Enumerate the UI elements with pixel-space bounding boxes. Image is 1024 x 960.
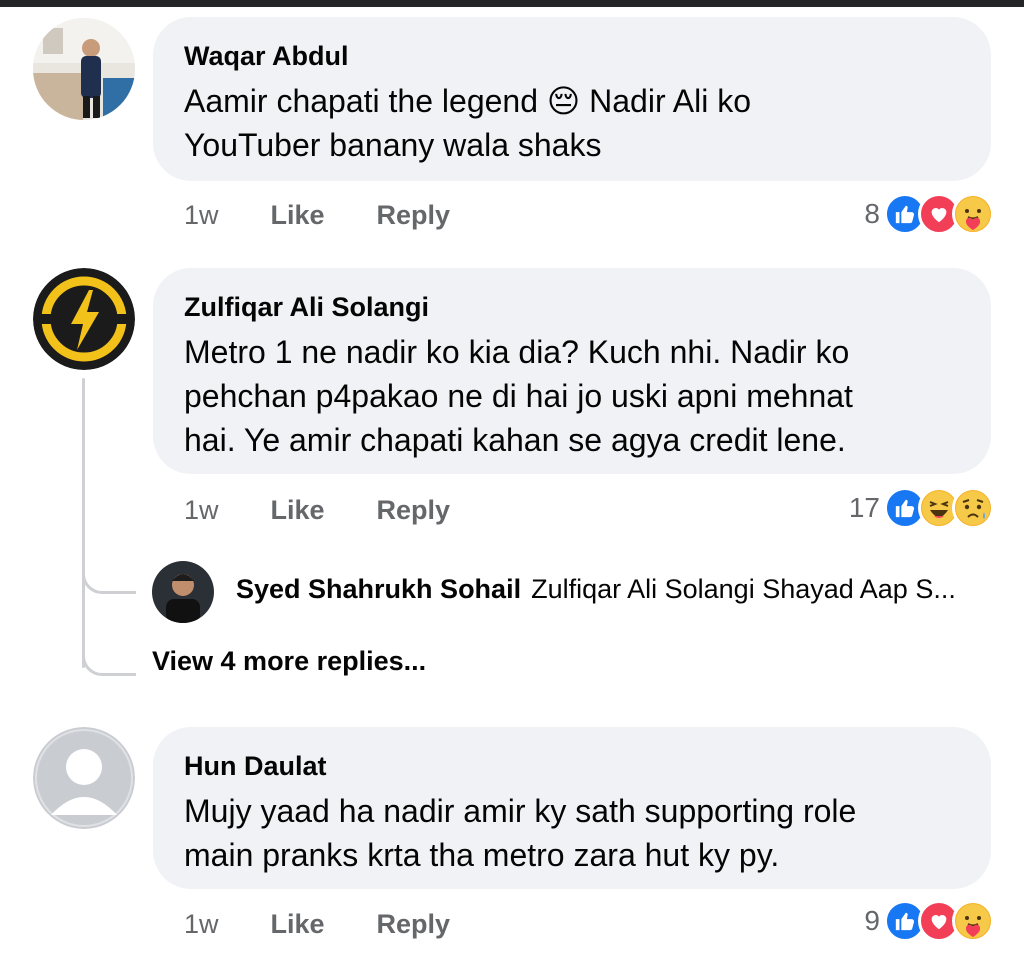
avatar[interactable] xyxy=(33,727,135,829)
comment-text-line: Mujy yaad ha nadir amir ky sath supporti… xyxy=(184,793,857,829)
comment-author[interactable]: Zulfiqar Ali Solangi xyxy=(184,290,960,324)
like-button[interactable]: Like xyxy=(271,200,325,231)
timestamp[interactable]: 1w xyxy=(184,200,219,231)
reaction-count: 8 xyxy=(864,198,880,229)
like-button[interactable]: Like xyxy=(271,495,325,526)
comment-actions: 1w Like Reply xyxy=(184,195,502,235)
reaction-summary[interactable]: 9 xyxy=(864,899,994,943)
reply-text: Zulfiqar Ali Solangi Shayad Aap S... xyxy=(531,574,956,604)
reply-button[interactable]: Reply xyxy=(377,200,451,231)
comment-author[interactable]: Hun Daulat xyxy=(184,749,960,783)
comment-text-line: Metro 1 ne nadir ko kia dia? Kuch nhi. N… xyxy=(184,334,850,370)
reply-preview[interactable]: Syed Shahrukh Sohail Zulfiqar Ali Solangi… xyxy=(236,574,956,605)
comment-text-line: YouTuber banany wala shaks xyxy=(184,127,602,163)
thread-connector xyxy=(82,630,136,676)
comment-text-line: Aamir chapati the legend 😔 Nadir Ali ko xyxy=(184,83,751,119)
thread-connector xyxy=(82,554,136,594)
reply-button[interactable]: Reply xyxy=(377,495,451,526)
thread-line xyxy=(82,378,85,668)
reaction-summary[interactable]: 17 xyxy=(849,486,994,530)
reaction-summary[interactable]: 8 xyxy=(864,192,994,236)
comment-actions: 1w Like Reply xyxy=(184,490,502,530)
comment-text-line: hai. Ye amir chapati kahan se agya credi… xyxy=(184,422,846,458)
sad-icon xyxy=(952,487,994,529)
comment-bubble: Waqar Abdul Aamir chapati the legend 😔 N… xyxy=(153,17,991,181)
comment-text-line: pehchan p4pakao ne di hai jo uski apni m… xyxy=(184,378,853,414)
care-icon xyxy=(952,193,994,235)
top-bar xyxy=(0,0,1024,7)
reply-button[interactable]: Reply xyxy=(377,909,451,940)
avatar[interactable] xyxy=(33,18,135,120)
comment-bubble: Hun Daulat Mujy yaad ha nadir amir ky sa… xyxy=(153,727,991,889)
reaction-count: 17 xyxy=(848,492,880,523)
avatar[interactable] xyxy=(33,268,135,370)
comment-author[interactable]: Waqar Abdul xyxy=(184,39,960,73)
reply-avatar[interactable] xyxy=(152,561,214,623)
timestamp[interactable]: 1w xyxy=(184,495,219,526)
like-button[interactable]: Like xyxy=(271,909,325,940)
comment-bubble: Zulfiqar Ali Solangi Metro 1 ne nadir ko… xyxy=(153,268,991,474)
comment-actions: 1w Like Reply xyxy=(184,904,502,944)
comment-text-line: main pranks krta tha metro zara hut ky p… xyxy=(184,837,780,873)
timestamp[interactable]: 1w xyxy=(184,909,219,940)
reply-author[interactable]: Syed Shahrukh Sohail xyxy=(236,574,521,604)
reaction-count: 9 xyxy=(864,905,880,936)
view-more-replies-link[interactable]: View 4 more replies... xyxy=(152,646,426,677)
care-icon xyxy=(952,900,994,942)
